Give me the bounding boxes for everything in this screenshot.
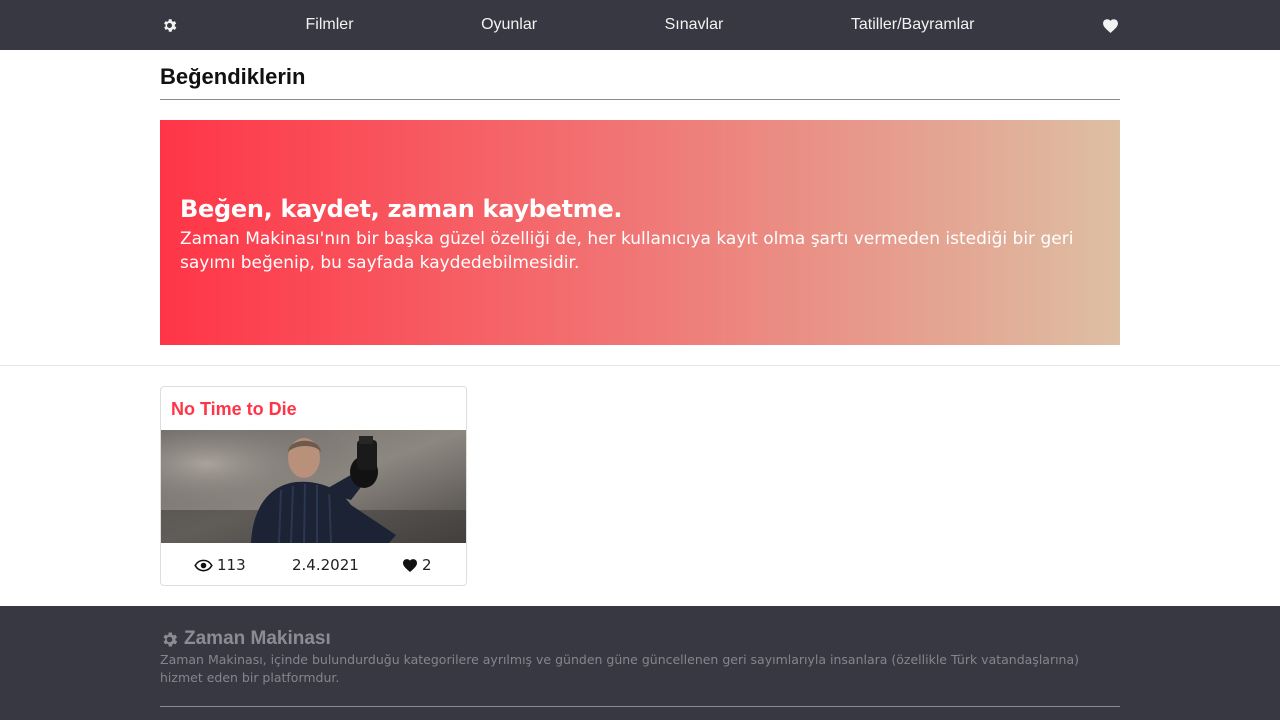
footer-brand[interactable]: Zaman Makinası: [160, 628, 331, 650]
banner-heading: Beğen, kaydet, zaman kaybetme.: [180, 195, 623, 223]
views-stat: 113: [194, 553, 246, 577]
settings-gear-icon[interactable]: [160, 16, 178, 34]
nav-item-tatiller-bayramlar[interactable]: Tatiller/Bayramlar: [851, 16, 975, 34]
page-title: Beğendiklerin: [160, 64, 306, 89]
card-stats: 113 2.4.2021 2: [161, 553, 466, 577]
top-navbar: Filmler Oyunlar Sınavlar Tatiller/Bayram…: [0, 0, 1280, 50]
title-divider: [160, 99, 1120, 100]
card-title[interactable]: No Time to Die: [171, 399, 297, 420]
gear-icon: [163, 632, 178, 646]
views-count: 113: [217, 556, 246, 574]
eye-icon: [194, 559, 213, 571]
date-stat: 2.4.2021: [292, 556, 359, 574]
site-footer: Zaman Makinası Zaman Makinası, içinde bu…: [0, 606, 1280, 720]
footer-description: Zaman Makinası, içinde bulundurduğu kate…: [160, 652, 1080, 685]
likes-stat[interactable]: 2: [402, 553, 432, 577]
nav-item-sinavlar[interactable]: Sınavlar: [665, 16, 724, 34]
info-banner: Beğen, kaydet, zaman kaybetme. Zaman Mak…: [160, 120, 1120, 345]
movie-still-image[interactable]: [161, 430, 466, 543]
nav-item-filmler[interactable]: Filmler: [306, 16, 354, 34]
banner-text: Zaman Makinası'nın bir başka güzel özell…: [180, 229, 1074, 273]
likes-count: 2: [422, 556, 432, 574]
favorites-heart-icon[interactable]: [1102, 16, 1120, 34]
nav-container: Filmler Oyunlar Sınavlar Tatiller/Bayram…: [160, 0, 1120, 50]
heart-icon[interactable]: [402, 558, 418, 572]
section-divider: [0, 365, 1280, 366]
nav-item-oyunlar[interactable]: Oyunlar: [481, 16, 537, 34]
countdown-card[interactable]: No Time to Die 113 2.4.2021 2: [160, 386, 467, 586]
footer-brand-name: Zaman Makinası: [184, 628, 331, 649]
footer-divider: [160, 706, 1120, 707]
